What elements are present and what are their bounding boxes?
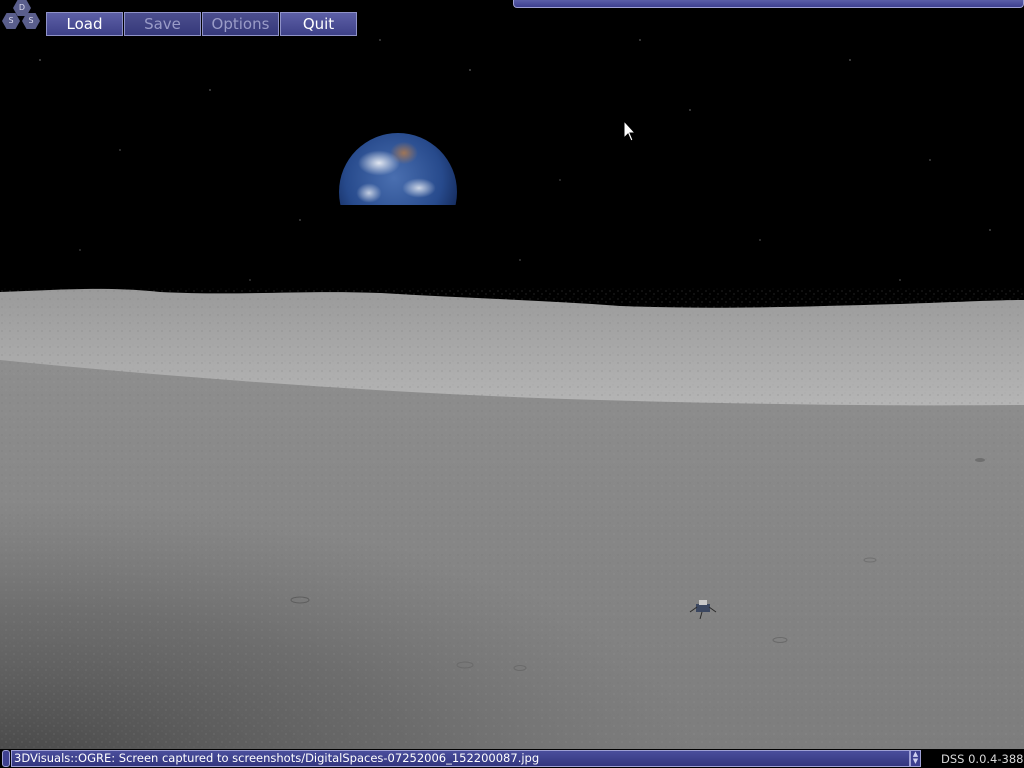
mouse-cursor-icon [623, 120, 637, 142]
3d-viewport[interactable]: D S S Load Save Options Quit 3DVisuals::… [0, 0, 1024, 768]
options-button[interactable]: Options [202, 12, 279, 36]
lunar-surface [0, 288, 1024, 768]
load-button[interactable]: Load [46, 12, 123, 36]
console-scroll-handle[interactable] [2, 750, 10, 767]
quit-button[interactable]: Quit [280, 12, 357, 36]
console-spinner-icon[interactable]: ▲ ▼ [910, 750, 921, 767]
top-panel-bar[interactable] [513, 0, 1024, 8]
save-button[interactable]: Save [124, 12, 201, 36]
main-toolbar: Load Save Options Quit [46, 12, 357, 36]
dss-logo: D S S [0, 0, 44, 32]
console-message: 3DVisuals::OGRE: Screen captured to scre… [11, 750, 910, 767]
version-label: DSS 0.0.4-388 [941, 752, 1024, 766]
console-bar: 3DVisuals::OGRE: Screen captured to scre… [0, 749, 1024, 768]
